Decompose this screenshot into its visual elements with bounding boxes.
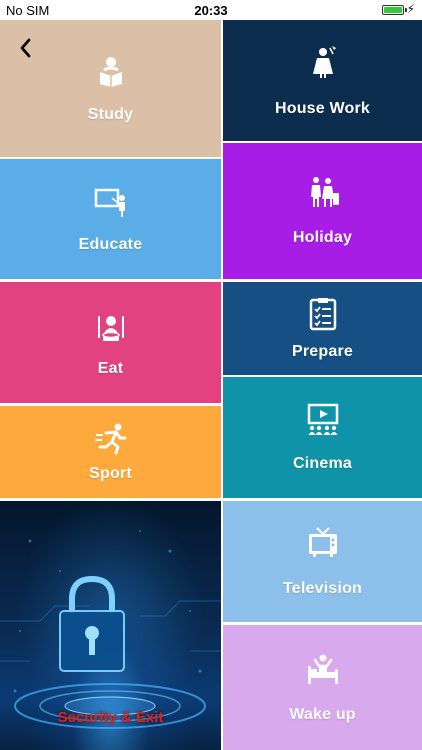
tile-house-work[interactable]: House Work — [223, 20, 422, 141]
teacher-board-icon — [94, 184, 128, 218]
tile-study-label: Study — [87, 105, 134, 123]
tile-educate[interactable]: Educate — [0, 159, 221, 279]
tile-holiday[interactable]: Holiday — [223, 143, 422, 279]
status-bar: No SIM 20:33 ⚡ — [0, 0, 422, 20]
tile-eat-label: Eat — [97, 359, 124, 377]
tile-security-exit[interactable]: Security & Exit — [0, 501, 221, 750]
dining-plate-icon — [94, 308, 128, 342]
tile-television-label: Television — [282, 579, 363, 597]
tile-cinema-label: Cinema — [293, 454, 352, 472]
tile-television[interactable]: Television — [223, 501, 422, 622]
tile-prepare-label: Prepare — [292, 342, 353, 360]
tile-eat[interactable]: Eat — [0, 282, 221, 403]
status-time: 20:33 — [194, 3, 228, 18]
cinema-screen-icon — [306, 403, 340, 437]
tile-sport[interactable]: Sport — [0, 406, 221, 498]
tile-holiday-label: Holiday — [292, 229, 353, 246]
travelers-luggage-icon — [306, 175, 340, 209]
battery-icon — [382, 5, 407, 15]
tile-prepare[interactable]: Prepare — [223, 282, 422, 375]
tv-icon — [306, 526, 340, 560]
charging-icon: ⚡ — [406, 2, 415, 16]
tile-security-label: Security & Exit — [57, 709, 164, 726]
tile-educate-label: Educate — [78, 236, 143, 253]
bed-wakeup-icon — [306, 652, 340, 686]
tile-cinema[interactable]: Cinema — [223, 377, 422, 498]
tile-house-work-label: House Work — [274, 99, 371, 117]
checklist-icon — [306, 297, 340, 331]
tile-wake-up-label: Wake up — [289, 705, 356, 723]
maid-icon — [306, 44, 340, 78]
tile-sport-label: Sport — [89, 465, 132, 482]
back-button[interactable] — [14, 36, 38, 60]
runner-icon — [94, 421, 128, 455]
reading-person-icon — [94, 54, 128, 88]
chevron-left-icon — [20, 38, 31, 58]
tile-wake-up[interactable]: Wake up — [223, 625, 422, 750]
